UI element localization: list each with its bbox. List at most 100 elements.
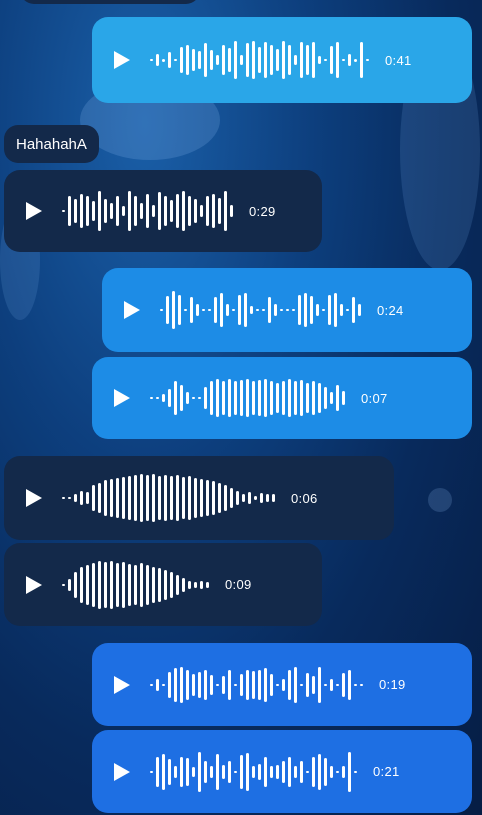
waveform-bar [348, 669, 351, 700]
waveform-bar [324, 757, 327, 786]
waveform-bar [162, 394, 165, 402]
waveform-bar [62, 210, 65, 212]
waveform-bar [80, 491, 83, 505]
waveform-bar [334, 293, 337, 327]
play-icon[interactable] [114, 51, 130, 69]
waveform-bar [172, 291, 175, 329]
waveform[interactable] [150, 653, 363, 717]
voice-duration: 0:19 [379, 677, 406, 692]
voice-message[interactable]: 0:41 [92, 17, 472, 103]
waveform[interactable] [62, 553, 209, 617]
voice-message[interactable]: 0:21 [92, 730, 472, 813]
waveform-bar [300, 760, 303, 783]
waveform-bar [230, 205, 233, 217]
waveform[interactable] [150, 28, 369, 92]
waveform-bar [300, 42, 303, 78]
waveform-bar [206, 480, 209, 516]
waveform-bar [288, 379, 291, 417]
waveform-bar [322, 309, 325, 311]
waveform-bar [342, 391, 345, 405]
waveform-bar [318, 753, 321, 790]
waveform-bar [180, 385, 183, 411]
waveform[interactable] [62, 466, 275, 530]
play-icon[interactable] [26, 489, 42, 507]
waveform-bar [186, 45, 189, 75]
waveform-bar [152, 566, 155, 603]
waveform-bar [176, 574, 179, 595]
waveform-bar [194, 199, 197, 223]
waveform[interactable] [150, 740, 357, 804]
waveform-bar [264, 667, 267, 702]
waveform-bar [360, 683, 363, 686]
waveform-bar [134, 564, 137, 605]
waveform-bar [168, 52, 171, 68]
waveform[interactable] [160, 278, 361, 342]
play-icon[interactable] [114, 762, 130, 781]
voice-message[interactable]: 0:07 [92, 357, 472, 439]
waveform-bar [210, 674, 213, 695]
play-icon[interactable] [114, 675, 130, 694]
waveform[interactable] [62, 179, 233, 243]
waveform-bar [354, 58, 357, 62]
waveform-bar [228, 760, 231, 783]
waveform-bar [198, 671, 201, 698]
waveform-bar [330, 46, 333, 74]
waveform-bar [324, 387, 327, 409]
waveform-bar [92, 201, 95, 221]
voice-duration: 0:24 [377, 302, 404, 318]
waveform-bar [190, 297, 193, 323]
waveform-bar [270, 765, 273, 778]
waveform-bar [104, 480, 107, 516]
waveform-bar [98, 483, 101, 513]
waveform-bar [318, 666, 321, 703]
waveform-bar [304, 293, 307, 327]
play-icon[interactable] [114, 389, 130, 407]
voice-message[interactable]: 0:09 [4, 543, 322, 626]
waveform-bar [110, 479, 113, 517]
waveform-bar [74, 199, 77, 223]
waveform-bar [348, 54, 351, 66]
play-icon[interactable] [26, 202, 42, 220]
waveform-bar [288, 756, 291, 787]
waveform-bar [300, 380, 303, 416]
voice-message[interactable]: 0:24 [102, 268, 472, 352]
waveform-bar [210, 381, 213, 415]
waveform-bar [312, 381, 315, 415]
voice-message[interactable]: 0:29 [4, 170, 322, 252]
waveform-bar [166, 296, 169, 324]
waveform-bar [160, 309, 163, 311]
waveform-bar [192, 766, 195, 777]
voice-message[interactable]: 0:06 [4, 456, 394, 540]
voice-message[interactable]: 0:19 [92, 643, 472, 726]
waveform-bar [174, 59, 177, 61]
waveform-bar [222, 381, 225, 415]
waveform-bar [264, 756, 267, 787]
waveform-bar [232, 309, 235, 311]
waveform-bar [110, 560, 113, 609]
waveform-bar [122, 561, 125, 608]
waveform-bar [248, 492, 251, 504]
waveform-bar [300, 683, 303, 686]
waveform-bar [180, 47, 183, 73]
waveform-bar [186, 757, 189, 786]
waveform[interactable] [150, 366, 345, 430]
waveform-bar [268, 297, 271, 323]
waveform-bar [68, 578, 71, 591]
waveform-bar [346, 309, 349, 311]
waveform-bar [222, 45, 225, 75]
waveform-bar [226, 304, 229, 316]
play-icon[interactable] [26, 575, 42, 594]
waveform-bar [252, 381, 255, 415]
waveform-bar [206, 196, 209, 226]
waveform-bar [80, 566, 83, 603]
waveform-bar [146, 564, 149, 605]
waveform-bar [246, 43, 249, 77]
waveform-bar [62, 583, 65, 586]
waveform-bar [204, 43, 207, 77]
waveform-bar [222, 675, 225, 694]
voice-duration: 0:21 [373, 764, 400, 779]
waveform-bar [140, 203, 143, 219]
waveform-bar [354, 770, 357, 773]
play-icon[interactable] [124, 301, 140, 319]
waveform-bar [162, 683, 165, 686]
